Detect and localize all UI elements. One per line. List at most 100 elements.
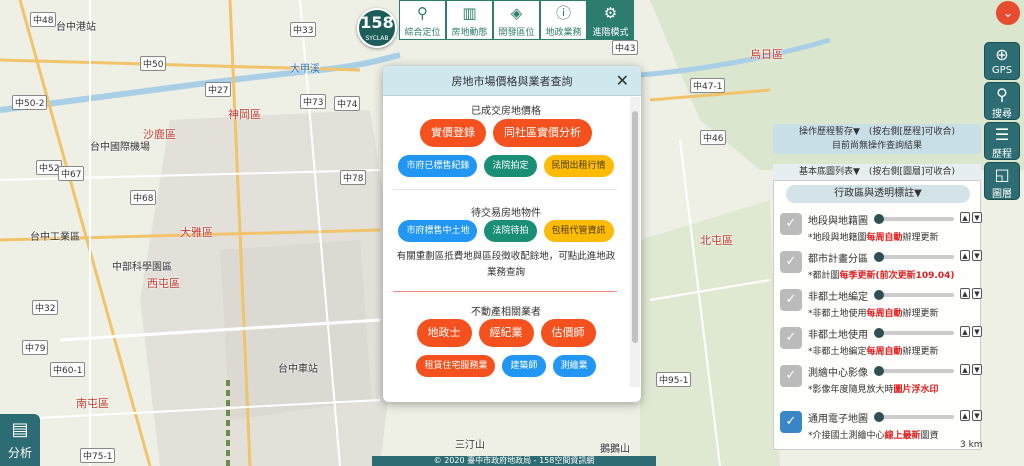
layer-checkbox[interactable]: ✓ (780, 213, 802, 235)
close-icon[interactable]: ✕ (616, 71, 629, 90)
map-label-place: 台中港站 (56, 22, 96, 33)
move-down-button[interactable]: ▼ (972, 410, 982, 421)
slider-knob[interactable] (874, 252, 884, 262)
move-up-button[interactable]: ▲ (960, 410, 970, 421)
layer-row: ✓ 都市計畫分區 ▲ ▼ *都計圖每季更新(前次更新109.04) (780, 247, 982, 285)
rental-housing-service-button[interactable]: 租賃住宅服務業 (416, 355, 496, 377)
dialog-body: 已成交房地價格 實價登錄 同社區實價分析 市府已標售紀錄 法院拍定 民間出租行情… (383, 97, 629, 397)
move-down-button[interactable]: ▼ (972, 326, 982, 337)
slider-knob[interactable] (874, 328, 884, 338)
slider-knob[interactable] (874, 290, 884, 300)
move-down-button[interactable]: ▼ (972, 364, 982, 375)
opacity-slider[interactable] (874, 290, 954, 300)
map-label-place: 台中國際機場 (90, 142, 150, 153)
layer-note: *地段與地籍圖每周自動辦理更新 (808, 233, 939, 243)
map-label-district: 西屯區 (147, 277, 180, 290)
toolbar-label: 房地動態 (451, 28, 488, 38)
land-service-link[interactable]: 有關重劃區抵費地與區段徵收配餘地，可點此進地政業務查詢 (393, 249, 619, 281)
layer-checkbox[interactable]: ✓ (780, 411, 802, 433)
scrollbar-thumb[interactable] (632, 111, 638, 343)
city-land-for-sale-button[interactable]: 市府標售中土地 (398, 220, 478, 242)
toolbar-realestate-button[interactable]: ▥ 房地動態 (446, 0, 493, 40)
move-down-button[interactable]: ▼ (972, 288, 982, 299)
court-auction-sold-button[interactable]: 法院拍定 (484, 155, 537, 177)
surveying-button[interactable]: 測繪業 (552, 355, 596, 377)
rental-management-button[interactable]: 包租代管資訊 (543, 220, 614, 242)
rental-market-button[interactable]: 民間出租行情 (543, 155, 614, 177)
layer-checkbox[interactable]: ✓ (780, 251, 802, 273)
analysis-icon: ▤ (11, 419, 29, 440)
move-up-button[interactable]: ▲ (960, 288, 970, 299)
layer-row: ✓ 非都土地編定 ▲ ▼ *非都土地使用每周自動辦理更新 (780, 285, 982, 323)
move-up-button[interactable]: ▲ (960, 212, 970, 223)
button-row: 市府已標售紀錄 法院拍定 民間出租行情 (383, 155, 629, 177)
toolbar-label: 進階模式 (592, 28, 629, 38)
slider-knob[interactable] (874, 214, 884, 224)
gps-button[interactable]: ⊕ GPS (984, 42, 1020, 80)
top-toolbar: ⚲ 綜合定位 ▥ 房地動態 ◈ 開發區位 ⓘ 地政業務 ⚙ 進階模式 (399, 0, 634, 40)
analysis-label: 分析 (7, 446, 32, 460)
map-label-place: 台中車站 (278, 364, 318, 375)
history-title[interactable]: 操作歷程暫存▼ (按右側[歷程]可收合) (773, 125, 981, 139)
slider-knob[interactable] (874, 412, 884, 422)
move-up-button[interactable]: ▲ (960, 364, 970, 375)
brokerage-button[interactable]: 經紀業 (478, 319, 534, 347)
opacity-slider[interactable] (874, 328, 954, 338)
layer-panel: 行政區與透明標註▼ ✓ 地段與地籍圖 ▲ ▼ *地段與地籍圖每周自動辦理更新 ✓… (773, 180, 982, 450)
logo-158[interactable]: 158 SYCLAB (357, 8, 397, 48)
history-status: 目前尚無操作查詢結果 (831, 141, 922, 151)
actual-price-button[interactable]: 實價登錄 (420, 119, 486, 147)
gps-icon: ⊕ (995, 45, 1009, 64)
info-icon: ⓘ (555, 4, 571, 22)
layer-note: *非都土地使用每周自動辦理更新 (808, 309, 939, 319)
map-label-district: 南屯區 (76, 397, 109, 410)
layers-label: 圖層 (992, 189, 1012, 200)
appraiser-button[interactable]: 估價師 (540, 319, 596, 347)
gear-icon: ⚙ (603, 4, 618, 22)
architect-button[interactable]: 建築師 (502, 355, 546, 377)
layers-button[interactable]: ◱ 圖層 (984, 162, 1020, 200)
map-scale: 3 km (960, 440, 983, 450)
menu-toggle-button[interactable]: ⌄ (996, 1, 1020, 25)
slider-knob[interactable] (874, 366, 884, 376)
move-down-button[interactable]: ▼ (972, 250, 982, 261)
move-down-button[interactable]: ▼ (972, 212, 982, 223)
move-up-button[interactable]: ▲ (960, 250, 970, 261)
layer-checkbox[interactable]: ✓ (780, 327, 802, 349)
opacity-slider[interactable] (874, 252, 954, 262)
toolbar-advanced-button[interactable]: ⚙ 進階模式 (587, 0, 634, 40)
toolbar-landservice-button[interactable]: ⓘ 地政業務 (540, 0, 587, 40)
city-sold-records-button[interactable]: 市府已標售紀錄 (398, 155, 478, 177)
basemap-title[interactable]: 基本底圖列表▼ (按右側[圖層]可收合) (773, 164, 981, 180)
opacity-slider[interactable] (874, 366, 954, 376)
search-button[interactable]: ⚲ 搜尋 (984, 82, 1020, 120)
layer-checkbox[interactable]: ✓ (780, 365, 802, 387)
dialog-title: 房地市場價格與業者查詢 (451, 75, 573, 88)
gps-label: GPS (991, 65, 1013, 76)
toolbar-development-button[interactable]: ◈ 開發區位 (493, 0, 540, 40)
move-up-button[interactable]: ▲ (960, 326, 970, 337)
map-road-label: 中78 (340, 170, 367, 185)
map-label-district: 北屯區 (700, 234, 733, 247)
layer-checkbox[interactable]: ✓ (780, 289, 802, 311)
history-label: 歷程 (992, 149, 1012, 160)
logo-subtext: SYCLAB (365, 35, 389, 42)
map-road-label: 中73 (300, 94, 327, 109)
layers-icon: ◱ (994, 165, 1010, 184)
opacity-slider[interactable] (874, 412, 954, 422)
opacity-slider[interactable] (874, 214, 954, 224)
community-price-analysis-button[interactable]: 同社區實價分析 (493, 119, 592, 147)
map-label-district: 烏日區 (750, 48, 783, 61)
land-administration-agent-button[interactable]: 地政士 (416, 319, 472, 347)
button-row: 地政士 經紀業 估價師 (383, 319, 629, 347)
history-panel: 操作歷程暫存▼ (按右側[歷程]可收合) 目前尚無操作查詢結果 (773, 124, 981, 154)
admin-boundary-button[interactable]: 行政區與透明標註▼ (786, 185, 970, 203)
divider (393, 291, 617, 292)
dialog-scrollbar[interactable] (630, 97, 640, 387)
map-road-label: 中67 (58, 166, 85, 181)
analysis-button[interactable]: ▤ 分析 (0, 414, 40, 466)
history-button[interactable]: ☰ 歷程 (984, 122, 1020, 160)
court-auction-pending-button[interactable]: 法院待拍 (484, 220, 537, 242)
toolbar-locate-button[interactable]: ⚲ 綜合定位 (399, 0, 446, 40)
building-icon: ▥ (462, 4, 477, 22)
